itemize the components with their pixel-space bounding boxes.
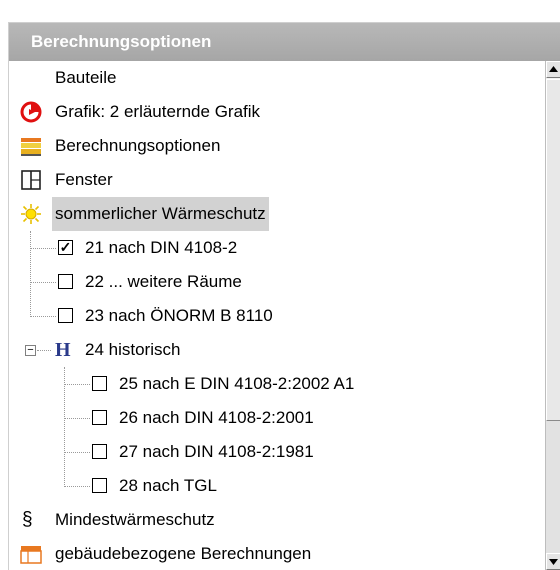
checkbox-23[interactable]	[58, 308, 73, 323]
tree-item-28-tgl[interactable]: 28 nach TGL	[9, 469, 543, 503]
tree-item-27-din-4108-2-1981[interactable]: 27 nach DIN 4108-2:1981	[9, 435, 543, 469]
section-sign-icon: §	[22, 509, 33, 530]
tree-item-label: 21 nach DIN 4108-2	[85, 238, 238, 257]
vertical-scrollbar[interactable]	[545, 61, 560, 570]
tree-item-label: 27 nach DIN 4108-2:1981	[119, 442, 314, 461]
tree-item-label: Bauteile	[55, 68, 117, 87]
tree-item-24-historisch[interactable]: H 24 historisch	[9, 333, 543, 367]
sun-icon	[20, 203, 42, 225]
tree-item-sommerlicher-waermeschutz[interactable]: sommerlicher Wärmeschutz	[9, 197, 543, 231]
tree-item-grafik[interactable]: Grafik: 2 erläuternde Grafik	[9, 95, 543, 129]
checkbox-26[interactable]	[92, 410, 107, 425]
tree-item-label: gebäudebezogene Berechnungen	[55, 544, 312, 563]
tree-item-label: Berechnungsoptionen	[55, 136, 221, 155]
options-tree: Bauteile Grafik: 2 erläuternde Grafik Be…	[9, 61, 543, 570]
options-panel: Berechnungsoptionen Bauteile Grafik: 2 e…	[8, 22, 560, 570]
arrow-up-icon	[549, 66, 558, 72]
tree-item-label: 24 historisch	[85, 340, 181, 359]
tree-item-label: sommerlicher Wärmeschutz	[52, 197, 269, 231]
tree-item-label: 23 nach ÖNORM B 8110	[85, 306, 273, 325]
tree-item-25-e-din-4108-2-2002-a1[interactable]: 25 nach E DIN 4108-2:2002 A1	[9, 367, 543, 401]
tree-item-label: 22 ... weitere Räume	[85, 272, 242, 291]
panel-title: Berechnungsoptionen	[9, 23, 560, 61]
scroll-thumb[interactable]	[546, 79, 560, 421]
scroll-down-button[interactable]	[546, 553, 560, 570]
tree-item-label: Mindestwärmeschutz	[55, 510, 215, 529]
checkbox-22[interactable]	[58, 274, 73, 289]
checkbox-28[interactable]	[92, 478, 107, 493]
arrow-down-icon	[549, 559, 558, 565]
building-calc-icon	[20, 543, 42, 565]
tree-item-bauteile[interactable]: Bauteile	[9, 61, 543, 95]
tree-item-fenster[interactable]: Fenster	[9, 163, 543, 197]
scroll-track[interactable]	[546, 421, 560, 553]
graphic-circle-icon	[20, 101, 42, 123]
checkbox-27[interactable]	[92, 444, 107, 459]
tree-item-label: Fenster	[55, 170, 113, 189]
tree-item-mindestwaermeschutz[interactable]: § Mindestwärmeschutz	[9, 503, 543, 537]
tree-item-23-oenorm-b-8110[interactable]: 23 nach ÖNORM B 8110	[9, 299, 543, 333]
tree-item-21-din-4108-2[interactable]: ✓ 21 nach DIN 4108-2	[9, 231, 543, 265]
tree-item-label: 26 nach DIN 4108-2:2001	[119, 408, 314, 427]
checkbox-25[interactable]	[92, 376, 107, 391]
tree-item-berechnungsoptionen[interactable]: Berechnungsoptionen	[9, 129, 543, 163]
tree-item-label: Grafik: 2 erläuternde Grafik	[55, 102, 261, 121]
tree-item-label: 28 nach TGL	[119, 476, 217, 495]
h-letter-icon: H	[55, 339, 71, 361]
tree-item-22-weitere-raeume[interactable]: 22 ... weitere Räume	[9, 265, 543, 299]
options-stack-icon	[20, 135, 42, 157]
tree-item-26-din-4108-2-2001[interactable]: 26 nach DIN 4108-2:2001	[9, 401, 543, 435]
checkbox-21[interactable]: ✓	[58, 240, 73, 255]
window-icon	[20, 169, 42, 191]
scroll-up-button[interactable]	[546, 61, 560, 78]
tree-item-gebaeudebezogene-berechnungen[interactable]: gebäudebezogene Berechnungen	[9, 537, 543, 570]
tree-item-label: 25 nach E DIN 4108-2:2002 A1	[119, 374, 355, 393]
